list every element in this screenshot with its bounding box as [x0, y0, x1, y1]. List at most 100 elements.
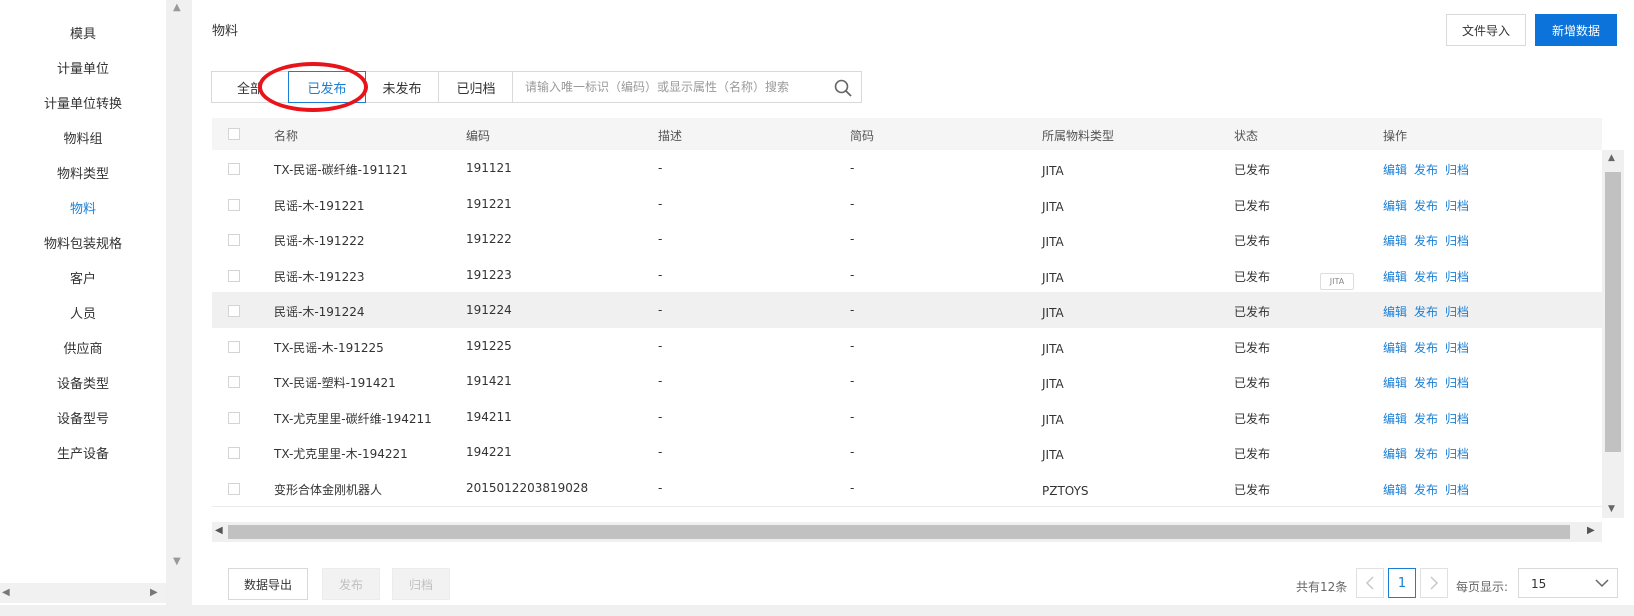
bulk-publish-button[interactable]: 发布 [322, 568, 380, 600]
file-import-button[interactable]: 文件导入 [1446, 14, 1526, 46]
table-row[interactable]: 变形合体金刚机器人 2015012203819028 - - PZTOYS 已发… [212, 469, 1602, 507]
column-header-description[interactable]: 描述 [658, 127, 682, 144]
export-data-button[interactable]: 数据导出 [228, 568, 308, 600]
table-row[interactable]: 民谣-木-191223 191223 - - JITA 已发布 编辑 发布 归档 [212, 256, 1602, 294]
row-checkbox[interactable] [228, 411, 240, 424]
publish-link[interactable]: 发布 [1414, 481, 1438, 498]
archive-link[interactable]: 归档 [1445, 268, 1469, 285]
column-header-name[interactable]: 名称 [274, 127, 298, 144]
archive-link[interactable]: 归档 [1445, 303, 1469, 320]
publish-link[interactable]: 发布 [1414, 268, 1438, 285]
table-row[interactable]: TX-尤克里里-碳纤维-194211 194211 - - JITA 已发布 编… [212, 398, 1602, 436]
table-row[interactable]: TX-尤克里里-木-194221 194221 - - JITA 已发布 编辑 … [212, 434, 1602, 471]
sidebar-item-material-type[interactable]: 物料类型 [0, 163, 166, 182]
sidebar-item-equipment-model[interactable]: 设备型号 [0, 408, 166, 427]
archive-link[interactable]: 归档 [1445, 410, 1469, 427]
tab-all[interactable]: 全部 [211, 71, 289, 103]
row-checkbox[interactable] [228, 163, 240, 175]
select-all-checkbox[interactable] [228, 128, 240, 140]
sidebar-item-unit-conversion[interactable]: 计量单位转换 [0, 93, 166, 112]
scroll-left-icon[interactable]: ◀ [215, 525, 223, 536]
sidebar-item-production-equipment[interactable]: 生产设备 [0, 443, 166, 462]
scrollbar-thumb[interactable] [228, 525, 1570, 539]
table-row[interactable]: TX-民谣-木-191225 191225 - - JITA 已发布 编辑 发布… [212, 327, 1602, 365]
column-header-short-code[interactable]: 简码 [850, 127, 874, 144]
tab-unpublished[interactable]: 未发布 [365, 71, 439, 103]
edit-link[interactable]: 编辑 [1383, 197, 1407, 214]
table-vertical-scrollbar[interactable]: ▲ ▼ [1602, 150, 1624, 518]
search-input[interactable] [513, 72, 823, 102]
row-checkbox[interactable] [228, 234, 240, 246]
table-horizontal-scrollbar[interactable]: ◀ ▶ [212, 522, 1602, 542]
per-page-select[interactable]: 15 [1518, 568, 1618, 598]
archive-link[interactable]: 归档 [1445, 481, 1469, 498]
table-row[interactable]: TX-民谣-塑料-191421 191421 - - JITA 已发布 编辑 发… [212, 363, 1602, 400]
sidebar-item-supplier[interactable]: 供应商 [0, 338, 166, 357]
sidebar-item-unit[interactable]: 计量单位 [0, 58, 166, 77]
edit-link[interactable]: 编辑 [1383, 268, 1407, 285]
edit-link[interactable]: 编辑 [1383, 374, 1407, 391]
tab-published[interactable]: 已发布 [288, 71, 366, 103]
row-checkbox[interactable] [228, 305, 240, 317]
scroll-down-icon[interactable]: ▼ [173, 556, 181, 567]
archive-link[interactable]: 归档 [1445, 197, 1469, 214]
archive-link[interactable]: 归档 [1445, 445, 1469, 462]
row-checkbox[interactable] [228, 340, 240, 353]
column-header-status[interactable]: 状态 [1234, 127, 1258, 144]
row-checkbox[interactable] [228, 447, 240, 459]
row-checkbox[interactable] [228, 269, 240, 282]
sidebar-item-personnel[interactable]: 人员 [0, 303, 166, 322]
scroll-down-icon[interactable]: ▼ [1608, 504, 1615, 514]
sidebar-item-material-group[interactable]: 物料组 [0, 128, 166, 147]
scroll-right-icon[interactable]: ▶ [150, 587, 158, 598]
table-row[interactable]: 民谣-木-191221 191221 - - JITA 已发布 编辑 发布 归档 [212, 185, 1602, 223]
sidebar-horizontal-scrollbar[interactable]: ◀ ▶ [0, 583, 166, 603]
page-number-button[interactable]: 1 [1388, 568, 1416, 598]
add-data-button[interactable]: 新增数据 [1535, 14, 1617, 46]
archive-link[interactable]: 归档 [1445, 339, 1469, 356]
edit-link[interactable]: 编辑 [1383, 445, 1407, 462]
table-row[interactable]: 民谣-木-191224 191224 - - JITA 已发布 编辑 发布 归档 [212, 292, 1602, 329]
cell-status: 已发布 [1234, 269, 1271, 284]
edit-link[interactable]: 编辑 [1383, 161, 1407, 178]
publish-link[interactable]: 发布 [1414, 197, 1438, 214]
prev-page-button[interactable] [1356, 568, 1384, 598]
publish-link[interactable]: 发布 [1414, 232, 1438, 249]
sidebar-item-packaging-spec[interactable]: 物料包装规格 [0, 233, 166, 252]
sidebar-item-customer[interactable]: 客户 [0, 268, 166, 287]
scroll-up-icon[interactable]: ▲ [1608, 153, 1615, 163]
edit-link[interactable]: 编辑 [1383, 339, 1407, 356]
publish-link[interactable]: 发布 [1414, 445, 1438, 462]
search-icon[interactable] [833, 78, 853, 98]
scroll-left-icon[interactable]: ◀ [2, 587, 10, 598]
column-header-code[interactable]: 编码 [466, 127, 490, 144]
archive-link[interactable]: 归档 [1445, 232, 1469, 249]
archive-link[interactable]: 归档 [1445, 161, 1469, 178]
scroll-up-icon[interactable]: ▲ [173, 2, 181, 13]
row-checkbox[interactable] [228, 376, 240, 388]
column-header-material-type[interactable]: 所属物料类型 [1042, 127, 1114, 144]
sidebar-item-material[interactable]: 物料 [0, 198, 166, 217]
bulk-archive-button[interactable]: 归档 [392, 568, 450, 600]
edit-link[interactable]: 编辑 [1383, 303, 1407, 320]
edit-link[interactable]: 编辑 [1383, 410, 1407, 427]
table-row[interactable]: 民谣-木-191222 191222 - - JITA 已发布 编辑 发布 归档 [212, 221, 1602, 258]
publish-link[interactable]: 发布 [1414, 161, 1438, 178]
publish-link[interactable]: 发布 [1414, 303, 1438, 320]
row-checkbox[interactable] [228, 482, 240, 495]
scrollbar-thumb[interactable] [1605, 172, 1621, 452]
publish-link[interactable]: 发布 [1414, 374, 1438, 391]
publish-link[interactable]: 发布 [1414, 339, 1438, 356]
publish-link[interactable]: 发布 [1414, 410, 1438, 427]
tab-archived[interactable]: 已归档 [438, 71, 514, 103]
next-page-button[interactable] [1420, 568, 1448, 598]
row-checkbox[interactable] [228, 198, 240, 211]
sidebar-item-mold[interactable]: 模具 [0, 23, 166, 42]
edit-link[interactable]: 编辑 [1383, 232, 1407, 249]
edit-link[interactable]: 编辑 [1383, 481, 1407, 498]
table-row[interactable]: TX-民谣-碳纤维-191121 191121 - - JITA 已发布 编辑 … [212, 150, 1602, 187]
sidebar-vertical-scrollbar[interactable]: ▲ ▼ [166, 0, 192, 605]
sidebar-item-equipment-type[interactable]: 设备类型 [0, 373, 166, 392]
scroll-right-icon[interactable]: ▶ [1587, 525, 1595, 536]
archive-link[interactable]: 归档 [1445, 374, 1469, 391]
